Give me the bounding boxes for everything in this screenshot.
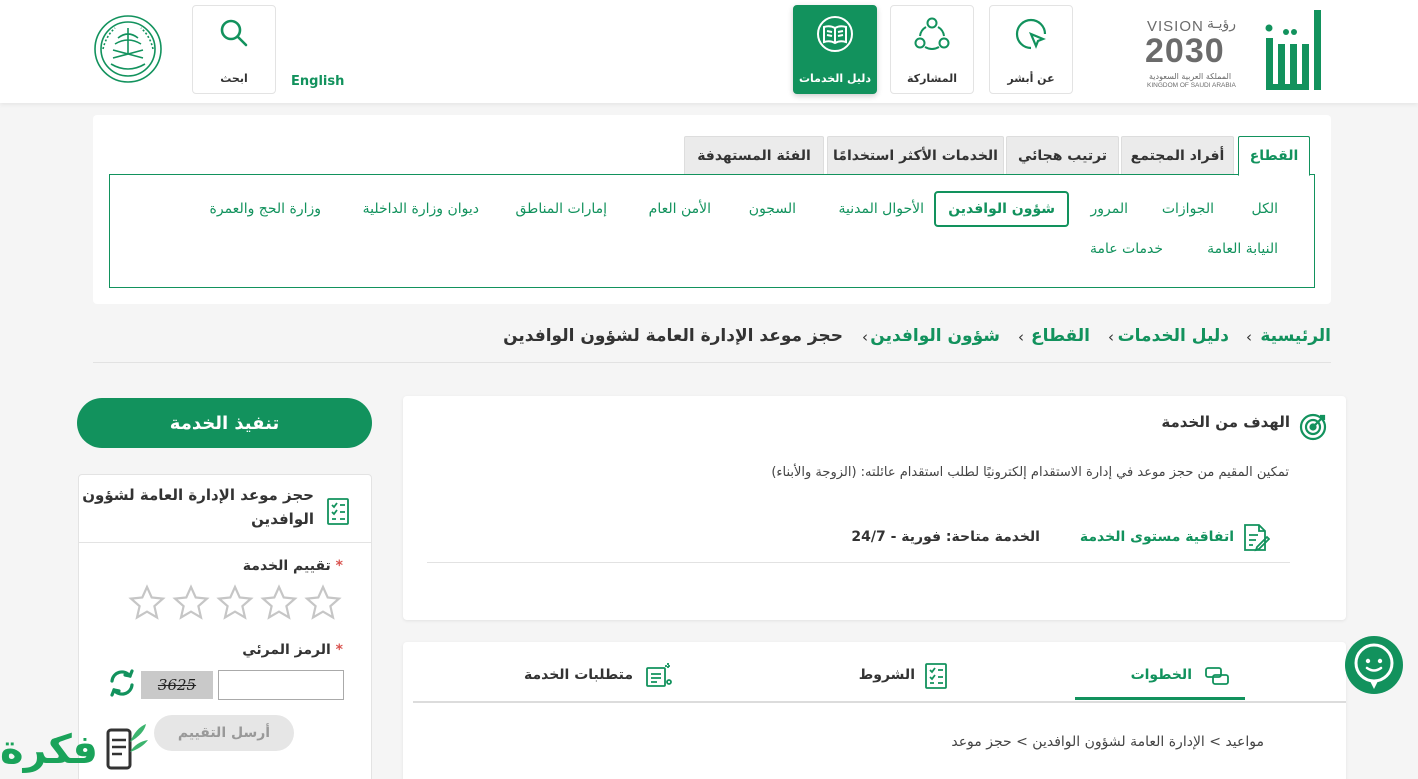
vision-2030-logo[interactable]: VISION رؤيـة 2030 المملكة العربية السعود… (1145, 16, 1257, 92)
sector-prisons[interactable]: السجون (749, 201, 796, 217)
steps-path-text: مواعيد > الإدارة العامة لشؤون الوافدين >… (951, 734, 1264, 750)
sla-link[interactable]: اتفاقية مستوى الخدمة (1080, 529, 1234, 545)
nav-about-absher[interactable]: عن أبشر (989, 5, 1073, 94)
star-5-icon[interactable] (304, 584, 342, 622)
sector-public-security[interactable]: الأمن العام (649, 201, 711, 217)
book-icon (815, 14, 855, 54)
sector-general-services[interactable]: خدمات عامة (1090, 241, 1163, 257)
sector-expatriates[interactable]: شؤون الوافدين (934, 191, 1069, 227)
ministry-emblem-logo[interactable] (93, 14, 163, 84)
kingdom-ar: المملكة العربية السعودية (1149, 72, 1232, 81)
breadcrumb-home[interactable]: الرئيسية (1260, 326, 1331, 346)
tab-requirements[interactable]: متطلبات الخدمة (524, 667, 633, 683)
sector-hajj-umrah[interactable]: وزارة الحج والعمرة (210, 201, 321, 217)
sector-all[interactable]: الكل (1252, 201, 1279, 217)
availability-text: الخدمة متاحة: فورية - 24/7 (851, 529, 1040, 545)
watermark-document-icon (100, 722, 150, 777)
search-label: ابحث (220, 72, 248, 85)
goal-title: الهدف من الخدمة (1161, 413, 1290, 431)
search-button[interactable]: ابحث (192, 5, 276, 94)
rating-service-title-1: حجز موعد الإدارة العامة لشؤون (82, 486, 314, 504)
tab-target-group[interactable]: الفئة المستهدفة (684, 136, 824, 174)
sector-public-prosecution[interactable]: النيابة العامة (1207, 241, 1278, 257)
refresh-icon[interactable] (107, 668, 137, 698)
tab-conditions[interactable]: الشروط (859, 667, 915, 683)
captcha-text: 3625 (157, 676, 197, 694)
captcha-label-text: الرمز المرئي (242, 642, 331, 658)
breadcrumb-chevron-icon: ‹ (1108, 328, 1114, 346)
form-checklist-icon (326, 496, 350, 526)
goal-description: تمكين المقيم من حجز موعد في إدارة الاستق… (771, 465, 1289, 480)
sector-regions[interactable]: إمارات المناطق (516, 201, 608, 217)
active-tab-underline (1075, 697, 1245, 700)
conditions-icon (924, 662, 948, 690)
nav-participation[interactable]: المشاركة (890, 5, 974, 94)
captcha-label: الرمز المرئي * (242, 642, 343, 658)
nav-about-label: عن أبشر (1007, 72, 1055, 85)
watermark-logo: فكرة (0, 722, 150, 779)
search-icon (214, 14, 254, 54)
breadcrumb-chevron-icon: ‹ (1018, 328, 1024, 346)
captcha-image: 3625 (141, 671, 213, 699)
sector-traffic[interactable]: المرور (1091, 201, 1129, 217)
target-icon (1298, 412, 1328, 442)
star-3-icon[interactable] (216, 584, 254, 622)
rating-card-divider (79, 542, 371, 543)
send-rating-button[interactable]: أرسل التقييم (154, 715, 294, 751)
tab-alphabetical[interactable]: ترتيب هجائي (1006, 136, 1119, 174)
kingdom-en: KINGDOM OF SAUDI ARABIA (1147, 82, 1236, 89)
tab-most-used[interactable]: الخدمات الأكثر استخدامًا (827, 136, 1004, 174)
service-details-card (403, 642, 1346, 779)
sector-moi-office[interactable]: ديوان وزارة الداخلية (363, 201, 479, 217)
cursor-click-icon (1011, 14, 1051, 54)
steps-icon (1204, 664, 1230, 688)
breadcrumb-chevron-icon: ‹ (1246, 328, 1252, 346)
star-2-icon[interactable] (172, 584, 210, 622)
star-1-icon[interactable] (128, 584, 166, 622)
breadcrumb-expatriates[interactable]: شؤون الوافدين (870, 326, 1000, 346)
required-asterisk: * (335, 642, 343, 658)
nav-services-guide[interactable]: دليل الخدمات (793, 5, 877, 94)
nav-services-guide-label: دليل الخدمات (798, 72, 872, 85)
requirements-icon (643, 662, 673, 690)
execute-service-button[interactable]: تنفيذ الخدمة (77, 398, 372, 448)
sector-civil-affairs[interactable]: الأحوال المدنية (839, 201, 925, 217)
watermark-text: فكرة (0, 727, 98, 773)
sla-document-icon (1240, 521, 1270, 553)
nav-participation-label: المشاركة (907, 72, 957, 85)
tab-steps[interactable]: الخطوات (1131, 667, 1192, 683)
tab-sector[interactable]: القطاع (1238, 136, 1310, 176)
breadcrumb-current: حجز موعد الإدارة العامة لشؤون الوافدين (503, 326, 843, 346)
sector-passports[interactable]: الجوازات (1162, 201, 1214, 217)
rating-label-text: تقييم الخدمة (242, 558, 331, 574)
tabs-divider (413, 701, 1346, 703)
captcha-input[interactable] (218, 670, 344, 700)
breadcrumb-chevron-icon: ‹ (862, 328, 868, 346)
breadcrumb-services-guide[interactable]: دليل الخدمات (1118, 326, 1229, 346)
breadcrumb-divider (93, 362, 1331, 363)
tab-community[interactable]: أفراد المجتمع (1121, 136, 1234, 174)
absher-logo[interactable] (1262, 8, 1326, 94)
vision-ar: رؤيـة (1207, 16, 1237, 32)
rating-label: تقييم الخدمة * (243, 558, 343, 574)
breadcrumb-sector[interactable]: القطاع (1031, 326, 1090, 346)
vision-year: 2030 (1145, 32, 1225, 70)
language-switch[interactable]: English (291, 74, 344, 89)
goal-divider (427, 562, 1290, 563)
chat-assistant-icon[interactable] (1343, 634, 1405, 696)
sectors-box (109, 174, 1315, 288)
star-4-icon[interactable] (260, 584, 298, 622)
rating-service-title-2: الوافدين (251, 510, 314, 528)
site-header: VISION رؤيـة 2030 المملكة العربية السعود… (0, 0, 1418, 103)
required-asterisk: * (335, 558, 343, 574)
people-share-icon (912, 14, 952, 54)
